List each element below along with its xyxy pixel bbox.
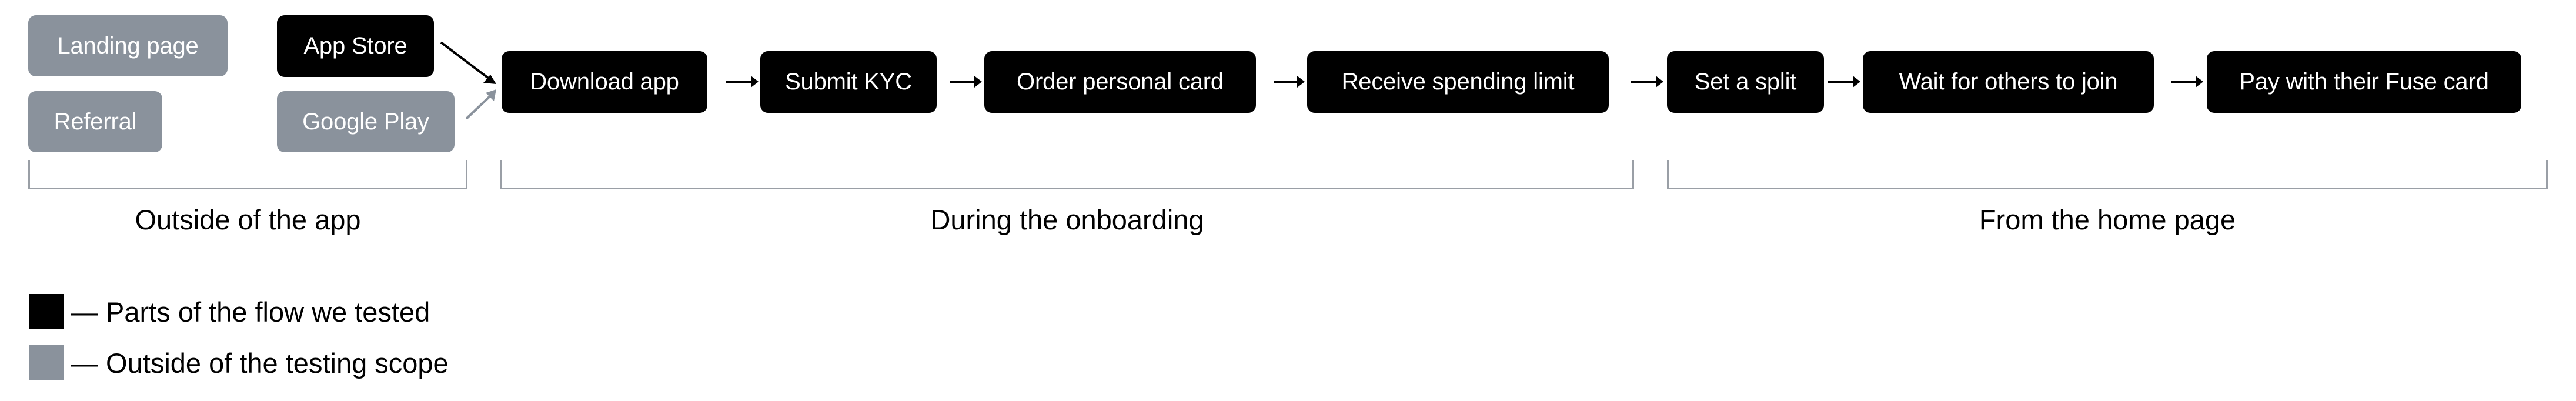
- node-label: Referral: [54, 108, 137, 135]
- node-download-app: Download app: [502, 51, 707, 113]
- arrow-google-play-to-download: [465, 89, 496, 120]
- node-label: Wait for others to join: [1899, 69, 2118, 95]
- arrow-app-store-to-download: [440, 41, 496, 84]
- node-order-personal-card: Order personal card: [984, 51, 1256, 113]
- node-referral: Referral: [28, 91, 162, 152]
- node-label: Google Play: [302, 108, 429, 135]
- legend-swatch-tested: [29, 294, 64, 329]
- arrow-download-to-kyc: [726, 76, 759, 88]
- node-google-play: Google Play: [277, 91, 455, 152]
- legend-swatch-outside: [29, 345, 64, 380]
- arrow-order-to-receive: [1274, 76, 1305, 88]
- node-wait-for-others: Wait for others to join: [1863, 51, 2154, 113]
- node-landing-page: Landing page: [28, 15, 228, 76]
- section-label-outside-app: Outside of the app: [135, 204, 361, 235]
- node-label: Download app: [530, 69, 679, 95]
- section-label-onboarding: During the onboarding: [930, 204, 1204, 235]
- section-bracket-onboarding: [500, 160, 1634, 189]
- node-submit-kyc: Submit KYC: [760, 51, 937, 113]
- node-label: Set a split: [1694, 69, 1797, 95]
- node-label: Submit KYC: [785, 69, 912, 95]
- section-label-home-page: From the home page: [1979, 204, 2236, 235]
- legend-label-outside: — Outside of the testing scope: [71, 347, 449, 379]
- node-label: App Store: [303, 33, 407, 59]
- arrow-kyc-to-order: [950, 76, 982, 88]
- node-label: Landing page: [57, 32, 199, 59]
- section-bracket-outside-app: [28, 160, 467, 189]
- node-label: Receive spending limit: [1341, 69, 1575, 95]
- arrow-wait-to-pay: [2171, 76, 2203, 88]
- node-label: Pay with their Fuse card: [2239, 69, 2489, 95]
- arrow-receive-to-split: [1631, 76, 1663, 88]
- node-pay-with-fuse-card: Pay with their Fuse card: [2207, 51, 2521, 113]
- arrow-split-to-wait: [1828, 76, 1860, 88]
- node-app-store: App Store: [277, 15, 434, 77]
- node-receive-spending-limit: Receive spending limit: [1307, 51, 1609, 113]
- section-bracket-home-page: [1667, 160, 2548, 189]
- node-set-a-split: Set a split: [1667, 51, 1824, 113]
- legend-label-tested: — Parts of the flow we tested: [71, 296, 430, 328]
- node-label: Order personal card: [1017, 69, 1224, 95]
